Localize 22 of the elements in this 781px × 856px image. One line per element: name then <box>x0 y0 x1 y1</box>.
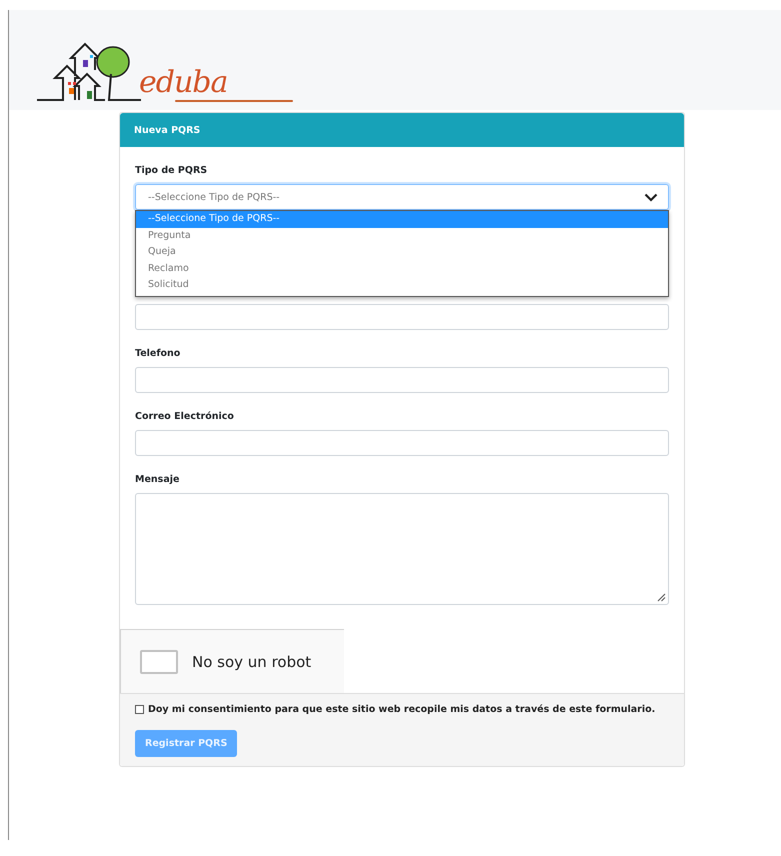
message-field[interactable] <box>135 493 669 605</box>
consent-text: Doy mi consentimiento para que este sitio web recopile mis datos a través de este formulario. <box>148 704 656 715</box>
input-field[interactable] <box>135 304 669 330</box>
captcha-label: No soy un robot <box>192 652 312 670</box>
select-option[interactable]: Pregunta <box>136 228 668 244</box>
type-select[interactable]: --Seleccione Tipo de PQRS-- <box>135 184 669 210</box>
select-option[interactable]: Queja <box>136 244 668 260</box>
field-label: Telefono <box>135 348 182 361</box>
field-label: Mensaje <box>135 474 180 487</box>
select-option[interactable]: --Seleccione Tipo de PQRS-- <box>136 211 668 228</box>
consent-checkbox[interactable] <box>135 705 144 714</box>
select-option[interactable]: Solicitud <box>136 277 668 294</box>
input-field[interactable] <box>135 430 669 456</box>
resize-grip-icon <box>657 593 666 602</box>
chevron-down-icon <box>644 192 658 202</box>
logo-text: eduba <box>139 68 228 98</box>
field-label: Tipo de PQRS <box>135 165 208 178</box>
captcha-checkbox[interactable] <box>140 650 178 674</box>
field-label: Correo Electrónico <box>135 411 235 424</box>
input-field[interactable] <box>135 367 669 393</box>
select-option[interactable]: Reclamo <box>136 260 668 277</box>
card-title: Nueva PQRS <box>134 124 200 136</box>
